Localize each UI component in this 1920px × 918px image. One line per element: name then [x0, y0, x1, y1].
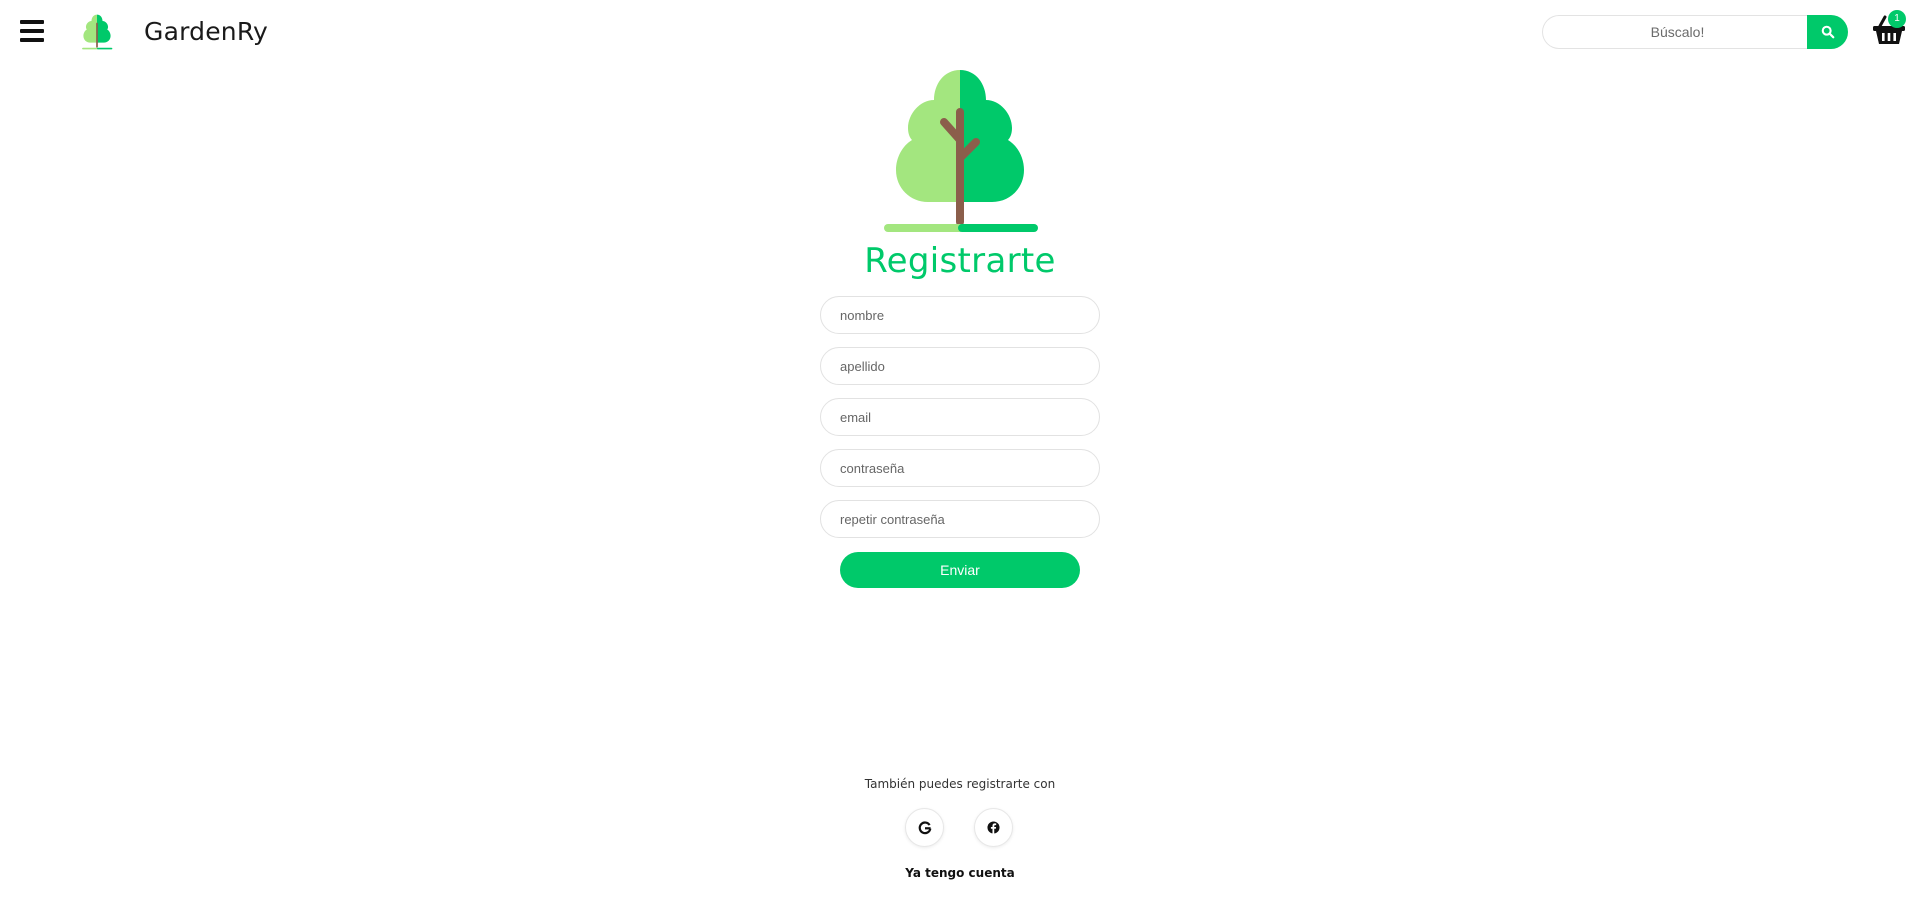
cart-count-badge: 1: [1888, 10, 1906, 28]
apellido-field[interactable]: [820, 347, 1100, 385]
facebook-signup-button[interactable]: [974, 808, 1013, 847]
page-title: Registrarte: [864, 241, 1056, 281]
search-button[interactable]: [1807, 15, 1848, 49]
password-field[interactable]: [820, 449, 1100, 487]
search-input[interactable]: [1542, 15, 1812, 49]
tree-logo-icon[interactable]: [80, 14, 114, 50]
google-signup-button[interactable]: [905, 808, 944, 847]
repeat-password-field[interactable]: [820, 500, 1100, 538]
top-bar: GardenRy 1: [0, 0, 1920, 66]
login-link[interactable]: Ya tengo cuenta: [0, 866, 1920, 880]
nombre-field[interactable]: [820, 296, 1100, 334]
tree-logo-icon: [884, 70, 1038, 232]
magnifier-icon: [1821, 25, 1834, 39]
page: GardenRy 1 Re: [0, 0, 1920, 918]
social-signup-label: También puedes registrarte con: [864, 777, 1056, 791]
google-icon: [918, 820, 931, 834]
facebook-icon: [987, 821, 1000, 834]
search-bar: [1542, 15, 1848, 49]
hamburger-menu-icon[interactable]: [20, 20, 44, 42]
email-field[interactable]: [820, 398, 1100, 436]
brand-name[interactable]: GardenRy: [144, 17, 268, 46]
submit-button[interactable]: Enviar: [840, 552, 1080, 588]
